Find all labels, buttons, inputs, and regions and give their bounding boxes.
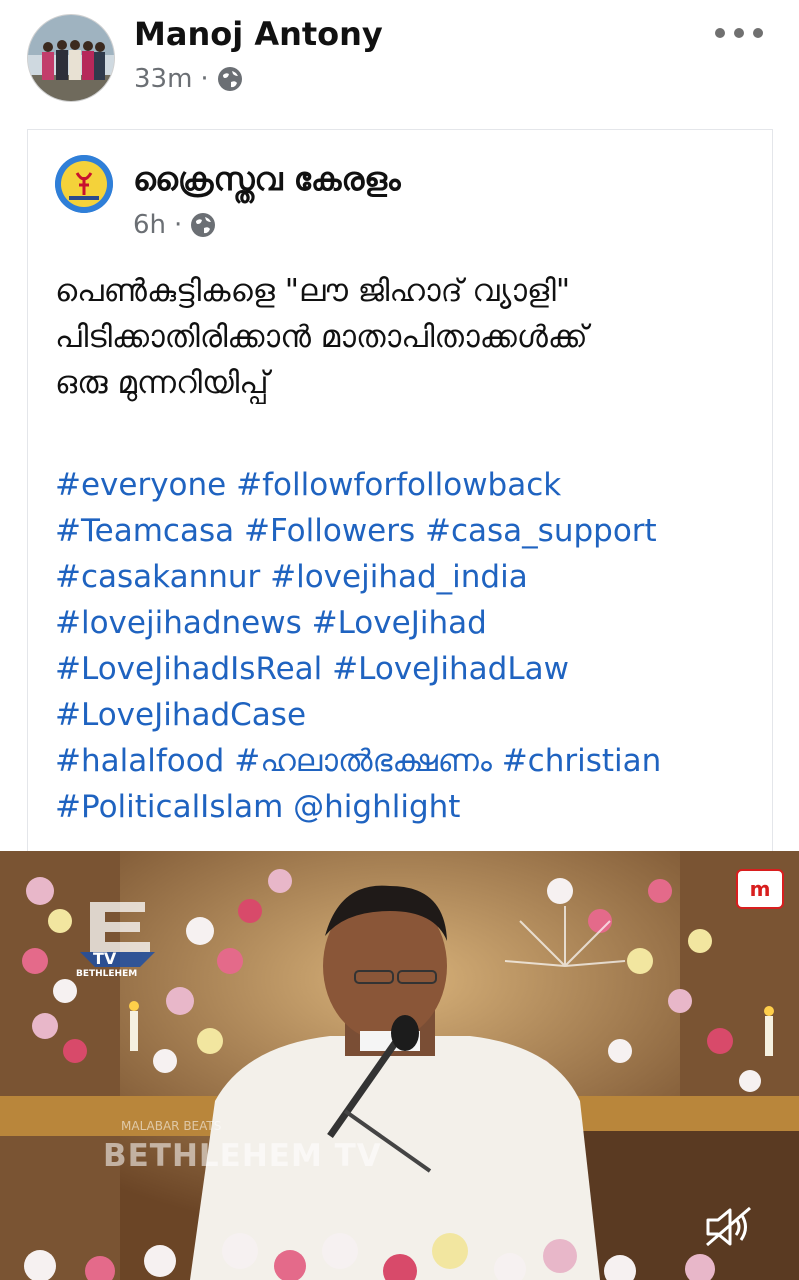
globe-icon	[191, 213, 216, 237]
hashtag-link[interactable]: #LoveJihad	[312, 605, 487, 641]
meta-separator: ·	[200, 64, 209, 94]
watermark-small: MALABAR BEATS	[121, 1119, 222, 1133]
volume-muted-icon[interactable]	[704, 1205, 754, 1249]
hashtag-line: #everyone #followforfollowback	[55, 462, 765, 508]
brand-badge: m	[736, 869, 784, 909]
post-text: പെൺകുട്ടികളെ "ലൗ ജിഹാദ് വ്യാളി" പിടിക്കാ…	[55, 268, 760, 406]
avatar-photo	[28, 15, 114, 101]
page-logo-image	[55, 155, 113, 213]
hashtag-link[interactable]: #followforfollowback	[236, 467, 561, 503]
post-meta: 33m ·	[134, 64, 243, 94]
hashtag-link[interactable]: #ഹലാൽഭക്ഷണം	[234, 743, 492, 779]
hashtag-link[interactable]: #LoveJihadCase	[55, 697, 306, 733]
speaker-icon	[706, 1206, 751, 1247]
channel-logo	[70, 897, 165, 973]
author-avatar[interactable]	[27, 14, 115, 102]
hashtag-link[interactable]: #casa_support	[425, 513, 657, 549]
shared-time[interactable]: 6h	[133, 210, 166, 240]
post-time[interactable]: 33m	[134, 64, 192, 94]
hashtag-line: #casakannur #lovejihad_india	[55, 554, 765, 600]
hashtag-link[interactable]: #LoveJihadIsReal	[55, 651, 322, 687]
channel-logo-label: TV	[93, 949, 117, 968]
post-text-line: പിടിക്കാതിരിക്കാൻ മാതാപിതാക്കൾക്ക്	[55, 319, 588, 355]
video-player[interactable]: TV BETHLEHEM MALABAR BEATS BETHLEHEM TV …	[0, 851, 799, 1280]
post-text-line: പെൺകുട്ടികളെ "ലൗ ജിഹാദ് വ്യാളി"	[55, 273, 571, 309]
hashtag-line: #LoveJihadCase	[55, 692, 765, 738]
more-options-icon[interactable]	[715, 18, 763, 48]
post-header: Manoj Antony 33m ·	[0, 0, 799, 118]
shared-post-card: ക്രൈസ്തവ കേരളം 6h · പെൺകുട്ടികളെ "ലൗ ജിഹ…	[27, 129, 773, 851]
hashtag-link[interactable]: #Teamcasa	[55, 513, 234, 549]
hashtag-link[interactable]: #casakannur	[55, 559, 260, 595]
page-logo[interactable]	[55, 155, 113, 213]
page-name[interactable]: ക്രൈസ്തവ കേരളം	[133, 160, 401, 199]
mention-link[interactable]: @highlight	[293, 789, 460, 825]
channel-logo-sublabel: BETHLEHEM	[76, 969, 138, 979]
hashtag-link[interactable]: #LoveJihadLaw	[332, 651, 569, 687]
channel-logo-mark	[80, 902, 155, 967]
hashtag-link[interactable]: #Followers	[244, 513, 415, 549]
hashtag-line: #Teamcasa #Followers #casa_support	[55, 508, 765, 554]
globe-icon	[217, 67, 242, 91]
hashtag-link[interactable]: #everyone	[55, 467, 226, 503]
hashtag-line: #lovejihadnews #LoveJihad	[55, 600, 765, 646]
hashtag-link[interactable]: #lovejihadnews	[55, 605, 302, 641]
meta-separator: ·	[174, 210, 183, 240]
post-text-line: ഒരു മുന്നറിയിപ്പ്	[55, 365, 269, 401]
hashtag-list: #everyone #followforfollowback #Teamcasa…	[55, 462, 765, 830]
shared-meta: 6h ·	[133, 210, 216, 240]
hashtag-link[interactable]: #lovejihad_india	[270, 559, 528, 595]
video-watermark: BETHLEHEM TV	[103, 1138, 382, 1174]
hashtag-link[interactable]: #christian	[502, 743, 662, 779]
author-name[interactable]: Manoj Antony	[134, 15, 383, 53]
hashtag-link[interactable]: #PoliticalIslam	[55, 789, 283, 825]
hashtag-link[interactable]: #halalfood	[55, 743, 224, 779]
hashtag-line: #PoliticalIslam @highlight	[55, 784, 765, 830]
hashtag-line: #halalfood #ഹലാൽഭക്ഷണം #christian	[55, 738, 765, 784]
hashtag-line: #LoveJihadIsReal #LoveJihadLaw	[55, 646, 765, 692]
